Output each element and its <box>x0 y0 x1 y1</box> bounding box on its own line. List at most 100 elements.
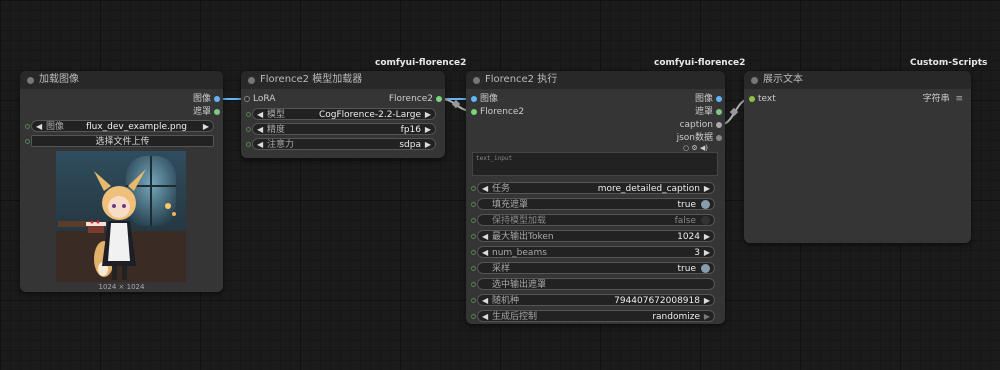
arrow-right-icon[interactable]: ▶ <box>425 124 431 136</box>
model-select-widget[interactable]: ◀ 模型 CogFlorence-2.2-Large ▶ <box>252 108 436 120</box>
toggle-off-icon[interactable] <box>701 216 710 225</box>
load-image-node[interactable]: 加载图像 图像 遮罩 ◀ 图像 flux_dev_example.png ▶ 选… <box>20 71 223 292</box>
output-mask[interactable]: 遮罩 <box>192 106 220 118</box>
arrow-left-icon[interactable]: ◀ <box>482 247 488 259</box>
widget-input-dot-icon[interactable] <box>246 112 251 117</box>
arrow-left-icon[interactable]: ◀ <box>482 231 488 243</box>
arrow-right-icon[interactable]: ▶ <box>704 295 710 307</box>
collapse-dot-icon[interactable] <box>248 77 255 84</box>
mask-port-icon[interactable] <box>214 109 220 115</box>
florence2-model-loader-node[interactable]: Florence2 模型加载器 LoRA Florence2 ◀ 模型 CogF… <box>241 71 445 158</box>
arrow-left-icon[interactable]: ◀ <box>257 124 263 136</box>
speaker-icon[interactable]: ◀) <box>700 144 708 152</box>
widget-label: 随机种 <box>492 296 520 306</box>
widget-input-dot-icon[interactable] <box>246 127 251 132</box>
show-text-node[interactable]: 展示文本 text 字符串 ≡ <box>744 71 971 243</box>
collapse-dot-icon[interactable] <box>751 77 758 84</box>
max-tokens-widget[interactable]: ◀ 最大输出Token 1024 ▶ <box>477 230 715 242</box>
widget-input-dot-icon[interactable] <box>25 139 30 144</box>
toggle-on-icon[interactable] <box>701 200 710 209</box>
image-port-icon[interactable] <box>471 96 477 102</box>
node-header[interactable]: Florence2 模型加载器 <box>241 71 445 89</box>
output-json[interactable]: json数据 <box>676 132 722 144</box>
arrow-right-icon[interactable]: ▶ <box>704 231 710 243</box>
node-title: Florence2 执行 <box>485 74 558 85</box>
output-string[interactable]: 字符串 ≡ <box>923 93 963 105</box>
widget-input-dot-icon[interactable] <box>471 298 476 303</box>
widget-input-dot-icon[interactable] <box>246 142 251 147</box>
json-port-icon[interactable] <box>716 135 722 141</box>
output-mask[interactable]: 遮罩 <box>695 106 722 118</box>
num-beams-widget[interactable]: ◀ num_beams 3 ▶ <box>477 246 715 258</box>
node-header[interactable]: 加载图像 <box>20 71 223 89</box>
port-label: 图像 <box>694 94 713 104</box>
list-icon[interactable]: ≡ <box>955 94 963 104</box>
node-header[interactable]: Florence2 执行 <box>466 71 725 89</box>
input-image[interactable]: 图像 <box>471 93 498 105</box>
arrow-right-icon[interactable]: ▶ <box>704 247 710 259</box>
upload-button[interactable]: 选择文件上传 <box>31 135 214 147</box>
widget-input-dot-icon[interactable] <box>471 282 476 287</box>
node-title: 展示文本 <box>763 74 803 85</box>
arrow-left-icon[interactable]: ◀ <box>482 295 488 307</box>
florence2-run-node[interactable]: Florence2 执行 图像 Florence2 图像 遮罩 caption … <box>466 71 725 324</box>
widget-input-dot-icon[interactable] <box>471 234 476 239</box>
arrow-left-icon[interactable]: ◀ <box>257 109 263 121</box>
circle-icon[interactable]: ○ <box>683 144 689 152</box>
port-label: 遮罩 <box>192 107 211 117</box>
sampling-toggle[interactable]: 采样 true <box>477 262 715 274</box>
widget-input-dot-icon[interactable] <box>471 250 476 255</box>
image-port-icon[interactable] <box>214 96 220 102</box>
collapse-dot-icon[interactable] <box>473 77 480 84</box>
widget-input-dot-icon[interactable] <box>25 124 30 129</box>
input-florence2[interactable]: Florence2 <box>471 106 524 118</box>
attention-select-widget[interactable]: ◀ 注意力 sdpa ▶ <box>252 138 436 150</box>
widget-input-dot-icon[interactable] <box>471 202 476 207</box>
precision-select-widget[interactable]: ◀ 精度 fp16 ▶ <box>252 123 436 135</box>
arrow-left-icon[interactable]: ◀ <box>482 311 488 323</box>
toggle-on-icon[interactable] <box>701 264 710 273</box>
widget-input-dot-icon[interactable] <box>471 314 476 319</box>
string-port-icon[interactable] <box>716 122 722 128</box>
input-lora[interactable]: LoRA <box>244 93 275 105</box>
output-florence2[interactable]: Florence2 <box>389 93 442 105</box>
image-preview <box>56 151 186 282</box>
port-label: json数据 <box>676 133 713 143</box>
arrow-left-icon[interactable]: ◀ <box>257 139 263 151</box>
mask-port-icon[interactable] <box>716 109 722 115</box>
widget-value: sdpa <box>399 140 421 150</box>
task-select-widget[interactable]: ◀ 任务 more_detailed_caption ▶ <box>477 182 715 194</box>
output-image[interactable]: 图像 <box>694 93 722 105</box>
arrow-left-icon[interactable]: ◀ <box>36 121 42 133</box>
arrow-left-icon[interactable]: ◀ <box>482 183 488 195</box>
image-port-icon[interactable] <box>716 96 722 102</box>
node-source-tag: comfyui-florence2 <box>371 56 471 70</box>
widget-value: 794407672008918 <box>614 296 700 306</box>
output-mask-select-input[interactable]: 选中输出遮罩 <box>477 278 715 290</box>
arrow-right-icon[interactable]: ▶ <box>425 109 431 121</box>
widget-input-dot-icon[interactable] <box>471 186 476 191</box>
arrow-right-icon[interactable]: ▶ <box>203 121 209 133</box>
output-image[interactable]: 图像 <box>193 93 220 105</box>
arrow-right-icon[interactable]: ▶ <box>425 139 431 151</box>
widget-input-dot-icon[interactable] <box>471 266 476 271</box>
input-text[interactable]: text <box>749 93 776 105</box>
widget-input-dot-icon[interactable] <box>471 218 476 223</box>
seed-widget[interactable]: ◀ 随机种 794407672008918 ▶ <box>477 294 715 306</box>
gear-icon[interactable]: ⚙ <box>691 144 697 152</box>
fill-mask-toggle[interactable]: 填充遮罩 true <box>477 198 715 210</box>
collapse-dot-icon[interactable] <box>27 77 34 84</box>
node-header[interactable]: 展示文本 <box>744 71 971 89</box>
florence2-port-icon[interactable] <box>471 109 477 115</box>
keep-model-loaded-toggle[interactable]: 保持模型加载 false <box>477 214 715 226</box>
text-input-textarea[interactable]: text_input <box>472 152 718 176</box>
upload-label: 选择文件上传 <box>95 137 150 147</box>
control-after-generate-widget[interactable]: ◀ 生成后控制 randomize ▶ <box>477 310 715 322</box>
text-port-icon[interactable] <box>749 96 755 102</box>
lora-port-icon[interactable] <box>244 96 250 102</box>
image-select-widget[interactable]: ◀ 图像 flux_dev_example.png ▶ <box>31 120 214 132</box>
output-caption[interactable]: caption <box>680 119 722 131</box>
arrow-right-icon[interactable]: ▶ <box>704 311 710 323</box>
florence2-port-icon[interactable] <box>436 96 442 102</box>
arrow-right-icon[interactable]: ▶ <box>704 183 710 195</box>
